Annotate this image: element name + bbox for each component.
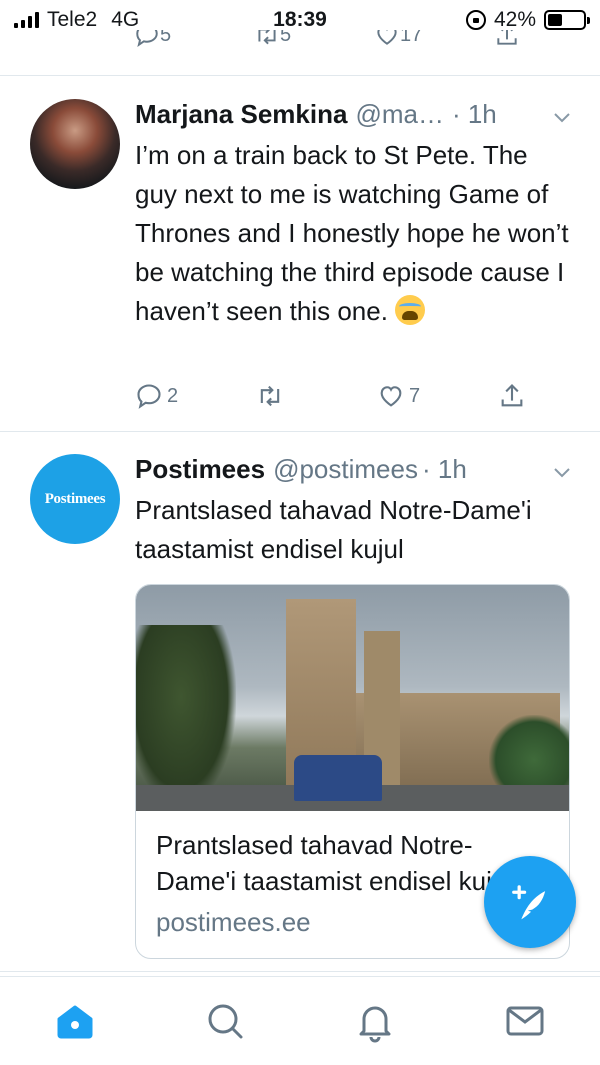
reply-icon <box>136 30 158 48</box>
tweet-time: · 1h <box>451 99 497 129</box>
retweet-icon <box>260 385 280 407</box>
search-icon <box>208 1004 243 1039</box>
reply-icon <box>137 384 161 409</box>
author-name[interactable]: Marjana Semkina <box>135 99 347 130</box>
tab-messages[interactable] <box>503 999 547 1043</box>
like-count: 17 <box>400 30 423 46</box>
share-icon <box>501 384 523 407</box>
tab-bar <box>0 976 600 1065</box>
author-handle: @ma… <box>355 99 444 129</box>
tab-notifications[interactable] <box>353 999 397 1043</box>
retweet-count: 5 <box>280 30 292 46</box>
status-right: 42% <box>465 8 590 32</box>
battery-percent: 42% <box>493 8 536 31</box>
like-count: 7 <box>409 384 421 407</box>
home-icon <box>57 1005 93 1039</box>
compose-feather-icon <box>512 885 546 920</box>
heart-icon <box>377 30 397 45</box>
reply-button[interactable]: 2 <box>135 382 256 410</box>
chevron-down-icon[interactable] <box>552 107 572 127</box>
like-button[interactable]: 17 <box>374 30 494 48</box>
tweet-text: Prantslased tahavad Notre-Dame'i taastam… <box>135 495 532 564</box>
tweet-text: I’m on a train back to St Pete. The guy … <box>135 136 576 331</box>
crying-face-emoji <box>395 295 426 325</box>
reply-count: 5 <box>160 30 172 46</box>
orientation-lock-icon <box>465 10 486 30</box>
battery-icon <box>544 10 590 30</box>
share-icon <box>497 30 517 45</box>
reply-count: 2 <box>167 384 179 407</box>
tweet[interactable]: Marjana Semkina @ma… · 1h I’m on a train… <box>0 77 600 432</box>
retweet-icon <box>258 30 276 45</box>
tab-home[interactable] <box>53 999 97 1043</box>
author-name[interactable]: Postimees <box>135 454 265 485</box>
previous-tweet-actions: 5 5 17 <box>0 30 600 76</box>
link-card-image <box>136 585 569 811</box>
compose-tweet-button[interactable] <box>484 856 576 948</box>
retweet-button[interactable] <box>256 382 377 410</box>
chevron-down-icon[interactable] <box>552 462 572 482</box>
heart-icon <box>380 386 402 407</box>
avatar[interactable]: Postimees <box>30 454 120 544</box>
tweet-header: Marjana Semkina @ma… · 1h <box>135 99 572 130</box>
like-button[interactable]: 7 <box>377 382 498 410</box>
reply-button[interactable]: 5 <box>134 30 254 48</box>
tweet-time: · 1h <box>421 454 467 484</box>
retweet-button[interactable]: 5 <box>254 30 374 48</box>
notifications-icon <box>359 1006 391 1043</box>
author-handle: @postimees <box>273 454 418 484</box>
tweet-actions: 2 7 <box>135 382 600 410</box>
tweet-text-body: I’m on a train back to St Pete. The guy … <box>135 140 569 326</box>
avatar-logo-text: Postimees <box>44 490 106 507</box>
tweet-header: Postimees @postimees · 1h <box>135 454 572 485</box>
tab-search[interactable] <box>203 999 247 1043</box>
messages-icon <box>506 1006 544 1036</box>
avatar[interactable] <box>30 99 120 189</box>
share-button[interactable] <box>494 30 600 48</box>
share-button[interactable] <box>498 382 600 410</box>
